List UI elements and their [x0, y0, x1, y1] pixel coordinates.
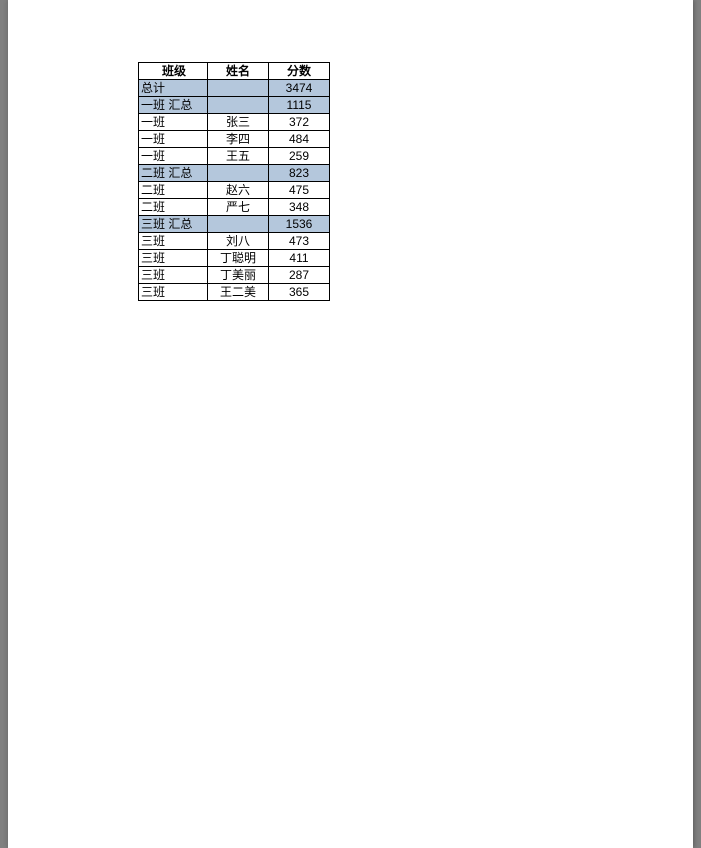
header-score: 分数 — [269, 63, 330, 80]
table-row: 三班王二美365 — [139, 284, 330, 301]
cell-class: 一班 — [139, 148, 208, 165]
table-row: 总计 3474 — [139, 80, 330, 97]
content-area: 班级 姓名 分数 总计3474一班 汇总1115一班张三372一班李四484一班… — [8, 0, 693, 301]
cell-class: 三班 — [139, 233, 208, 250]
table-row: 三班刘八473 — [139, 233, 330, 250]
cell-score: 3474 — [269, 80, 330, 97]
cell-score: 287 — [269, 267, 330, 284]
cell-name: 王五 — [208, 148, 269, 165]
cell-name: 严七 — [208, 199, 269, 216]
cell-name — [208, 165, 269, 182]
cell-score: 475 — [269, 182, 330, 199]
score-table: 班级 姓名 分数 总计3474一班 汇总1115一班张三372一班李四484一班… — [138, 62, 330, 301]
table-row: 三班 汇总 1536 — [139, 216, 330, 233]
cell-name: 丁聪明 — [208, 250, 269, 267]
cell-class: 二班 — [139, 182, 208, 199]
table-row: 一班张三372 — [139, 114, 330, 131]
cell-class: 一班 — [139, 131, 208, 148]
cell-score: 365 — [269, 284, 330, 301]
cell-score: 372 — [269, 114, 330, 131]
cell-score: 484 — [269, 131, 330, 148]
cell-class: 三班 — [139, 284, 208, 301]
cell-name: 赵六 — [208, 182, 269, 199]
cell-class: 三班 汇总 — [139, 216, 208, 233]
cell-name: 张三 — [208, 114, 269, 131]
table-header-row: 班级 姓名 分数 — [139, 63, 330, 80]
table-row: 二班 汇总 823 — [139, 165, 330, 182]
cell-class: 二班 汇总 — [139, 165, 208, 182]
cell-score: 348 — [269, 199, 330, 216]
table-row: 三班丁美丽287 — [139, 267, 330, 284]
table-row: 一班王五259 — [139, 148, 330, 165]
cell-name — [208, 216, 269, 233]
cell-name — [208, 80, 269, 97]
table-row: 一班 汇总 1115 — [139, 97, 330, 114]
table-row: 二班严七348 — [139, 199, 330, 216]
cell-name: 刘八 — [208, 233, 269, 250]
cell-name: 丁美丽 — [208, 267, 269, 284]
cell-score: 473 — [269, 233, 330, 250]
table-row: 一班李四484 — [139, 131, 330, 148]
cell-score: 411 — [269, 250, 330, 267]
cell-class: 三班 — [139, 267, 208, 284]
header-name: 姓名 — [208, 63, 269, 80]
cell-class: 三班 — [139, 250, 208, 267]
cell-class: 一班 汇总 — [139, 97, 208, 114]
cell-class: 总计 — [139, 80, 208, 97]
table-row: 三班丁聪明411 — [139, 250, 330, 267]
document-page: 班级 姓名 分数 总计3474一班 汇总1115一班张三372一班李四484一班… — [8, 0, 693, 848]
cell-name: 王二美 — [208, 284, 269, 301]
cell-score: 1115 — [269, 97, 330, 114]
cell-score: 823 — [269, 165, 330, 182]
header-class: 班级 — [139, 63, 208, 80]
cell-name: 李四 — [208, 131, 269, 148]
cell-class: 一班 — [139, 114, 208, 131]
cell-name — [208, 97, 269, 114]
cell-class: 二班 — [139, 199, 208, 216]
cell-score: 259 — [269, 148, 330, 165]
cell-score: 1536 — [269, 216, 330, 233]
table-row: 二班赵六475 — [139, 182, 330, 199]
